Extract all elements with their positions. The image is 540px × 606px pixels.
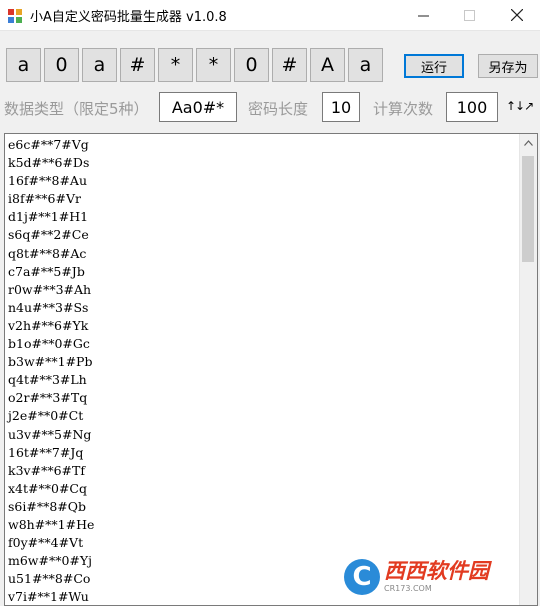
output-line: k3v#**6#Tf xyxy=(8,462,85,478)
char-button-4[interactable]: # xyxy=(120,48,155,82)
count-field[interactable]: 100 xyxy=(446,92,498,122)
output-line: j2e#**0#Ct xyxy=(8,408,84,424)
output-line: o2r#**3#Tq xyxy=(8,390,88,406)
count-label: 计算次数 xyxy=(373,100,434,118)
output-line: x4t#**0#Cq xyxy=(8,480,87,496)
data-type-label: 数据类型（限定5种） xyxy=(4,100,149,118)
char-button-8[interactable]: # xyxy=(272,48,307,82)
char-button-3[interactable]: a xyxy=(82,48,117,82)
output-line: f0y#**4#Vt xyxy=(8,535,84,551)
minimize-button[interactable] xyxy=(400,0,446,30)
output-line: v2h#**6#Yk xyxy=(8,317,89,333)
output-line: 16t#**7#Jq xyxy=(8,444,84,460)
close-icon xyxy=(511,9,523,21)
maximize-button[interactable] xyxy=(446,0,492,30)
password-length-label: 密码长度 xyxy=(248,100,309,118)
output-line: b1o#**0#Gc xyxy=(8,336,90,352)
output-line: v7i#**1#Wu xyxy=(8,589,89,605)
char-button-7[interactable]: 0 xyxy=(234,48,269,82)
vertical-scrollbar[interactable] xyxy=(519,134,537,605)
output-textbox[interactable]: e6c#**7#Vg k5d#**6#Ds 16f#**8#Au i8f#**6… xyxy=(4,133,538,606)
output-line: e6c#**7#Vg xyxy=(8,137,89,152)
output-line: k5d#**6#Ds xyxy=(8,155,90,171)
maximize-icon xyxy=(463,9,475,21)
scroll-up-button[interactable] xyxy=(520,134,537,151)
output-line: r0w#**3#Ah xyxy=(8,281,92,297)
char-button-10[interactable]: a xyxy=(348,48,383,82)
char-button-9[interactable]: A xyxy=(310,48,345,82)
char-button-6[interactable]: * xyxy=(196,48,231,82)
output-line: 16f#**8#Au xyxy=(8,173,88,189)
output-line: c7a#**5#Jb xyxy=(8,263,85,279)
sort-arrows-icon[interactable]: ↑↓↗ xyxy=(506,99,534,113)
run-button[interactable]: 运行 xyxy=(404,54,464,78)
output-line: w8h#**1#He xyxy=(8,516,95,532)
output-line: s6i#**8#Qb xyxy=(8,498,87,514)
window-title: 小A自定义密码批量生成器 v1.0.8 xyxy=(30,10,227,25)
watermark: C 西西软件园 CR173.COM xyxy=(344,556,520,598)
output-line: b3w#**1#Pb xyxy=(8,354,93,370)
output-line: i8f#**6#Vr xyxy=(8,191,81,207)
output-line: s6q#**2#Ce xyxy=(8,227,89,243)
output-line: u3v#**5#Ng xyxy=(8,426,92,442)
watermark-brand: 西西软件园 xyxy=(384,559,489,583)
chevron-up-icon xyxy=(524,139,533,146)
char-button-2[interactable]: 0 xyxy=(44,48,79,82)
output-line: d1j#**1#H1 xyxy=(8,209,89,225)
close-button[interactable] xyxy=(494,0,540,30)
password-length-field[interactable]: 10 xyxy=(322,92,360,122)
output-line: q4t#**3#Lh xyxy=(8,372,87,388)
data-type-field[interactable]: Aa0#* xyxy=(159,92,237,122)
watermark-logo-icon: C xyxy=(344,559,380,595)
scrollbar-thumb[interactable] xyxy=(522,156,534,262)
output-line: m6w#**0#Yj xyxy=(8,553,93,569)
watermark-url: CR173.COM xyxy=(384,584,432,593)
output-line: n4u#**3#Ss xyxy=(8,299,89,315)
save-as-button[interactable]: 另存为 xyxy=(478,54,538,78)
title-bar: 小A自定义密码批量生成器 v1.0.8 xyxy=(0,0,540,31)
char-button-5[interactable]: * xyxy=(158,48,193,82)
output-line: q8t#**8#Ac xyxy=(8,245,87,261)
app-icon xyxy=(8,8,22,23)
char-button-1[interactable]: a xyxy=(6,48,41,82)
minimize-icon xyxy=(417,15,429,16)
output-lines: e6c#**7#Vg k5d#**6#Ds 16f#**8#Au i8f#**6… xyxy=(8,136,95,605)
output-line: u51#**8#Co xyxy=(8,571,91,587)
